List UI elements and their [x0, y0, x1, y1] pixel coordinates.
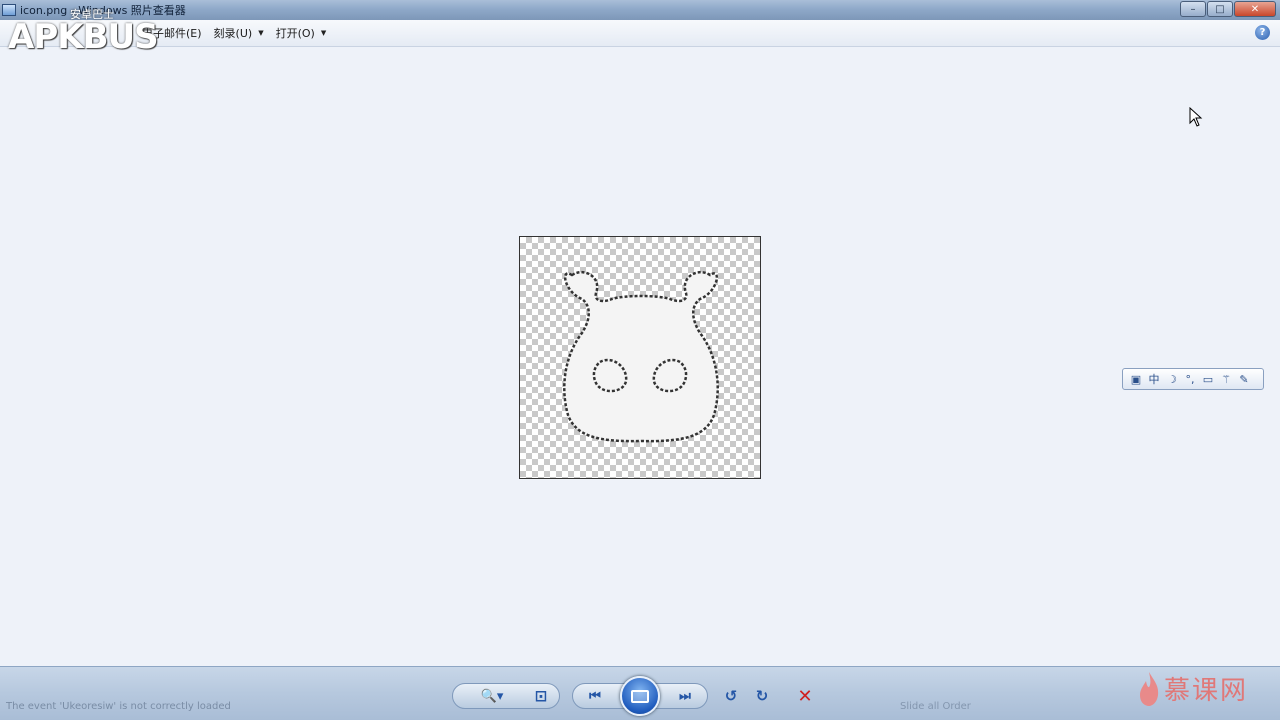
menu-burn[interactable]: 刻录(U) ▼ [208, 22, 270, 44]
status-text: The event 'Ukeoresiw' is not correctly l… [6, 701, 231, 712]
apkbus-watermark: APKBUS [8, 17, 159, 57]
help-button[interactable]: ? [1255, 25, 1270, 40]
ime-halfwidth-icon[interactable]: ☽ [1165, 373, 1179, 386]
next-icon: ⏭ [679, 688, 691, 704]
maximize-button[interactable]: □ [1207, 1, 1233, 17]
next-button[interactable]: ⏭ [672, 686, 698, 706]
minimize-button[interactable]: – [1180, 1, 1206, 17]
apkbus-watermark-sub: 安卓巴士 [70, 8, 114, 21]
close-button[interactable]: ✕ [1234, 1, 1276, 17]
delete-button[interactable]: ✕ [790, 684, 820, 708]
menu-open[interactable]: 打开(O) ▼ [270, 22, 333, 44]
slideshow-text: Slide all Order [900, 701, 971, 712]
flame-icon [1140, 671, 1159, 706]
alien-icon-graphic [563, 270, 719, 443]
fit-icon: ⊡ [534, 687, 548, 705]
previous-button[interactable]: ⏮ [582, 686, 608, 706]
menu-open-label: 打开(O) [275, 27, 315, 40]
slideshow-icon [631, 689, 649, 703]
ime-punctuation-icon[interactable]: °, [1183, 373, 1197, 386]
ime-settings-icon[interactable]: ✎ [1237, 373, 1251, 386]
rotate-ccw-icon: ↺ [724, 687, 738, 705]
rotate-ccw-button[interactable]: ↺ [718, 684, 744, 708]
menu-bar: 电子邮件(E) 刻录(U) ▼ 打开(O) ▼ [0, 20, 1280, 47]
slideshow-button[interactable] [620, 676, 660, 716]
ime-keyboard-icon[interactable]: ▭ [1201, 373, 1215, 386]
zoom-icon: 🔍▾ [480, 688, 504, 704]
actual-size-button[interactable]: ⊡ [528, 686, 554, 706]
photo-viewer-icon [2, 4, 16, 16]
mooc-logo-text: 慕课网 [1164, 676, 1249, 706]
mouse-cursor-icon [1189, 107, 1203, 127]
displayed-image [519, 236, 761, 479]
window-controls: – □ ✕ [1180, 1, 1276, 17]
ime-chinese-icon[interactable]: 中 [1147, 371, 1161, 387]
zoom-button[interactable]: 🔍▾ [476, 686, 508, 706]
rotate-cw-icon: ↻ [755, 687, 769, 705]
chevron-down-icon: ▼ [320, 29, 327, 37]
mooc-logo: 慕课网 [1138, 670, 1248, 707]
previous-icon: ⏮ [589, 688, 601, 704]
delete-icon: ✕ [797, 685, 813, 707]
ime-toolbar[interactable]: ▣ 中 ☽ °, ▭ ⚚ ✎ [1122, 368, 1264, 390]
chevron-down-icon: ▼ [258, 29, 264, 37]
menu-burn-label: 刻录(U) [213, 27, 253, 40]
title-bar: icon.png - Windows 照片查看器 – □ ✕ [0, 0, 1280, 20]
rotate-cw-button[interactable]: ↻ [749, 684, 775, 708]
ime-mode-icon[interactable]: ▣ [1129, 373, 1143, 386]
ime-tools-icon[interactable]: ⚚ [1219, 373, 1233, 386]
